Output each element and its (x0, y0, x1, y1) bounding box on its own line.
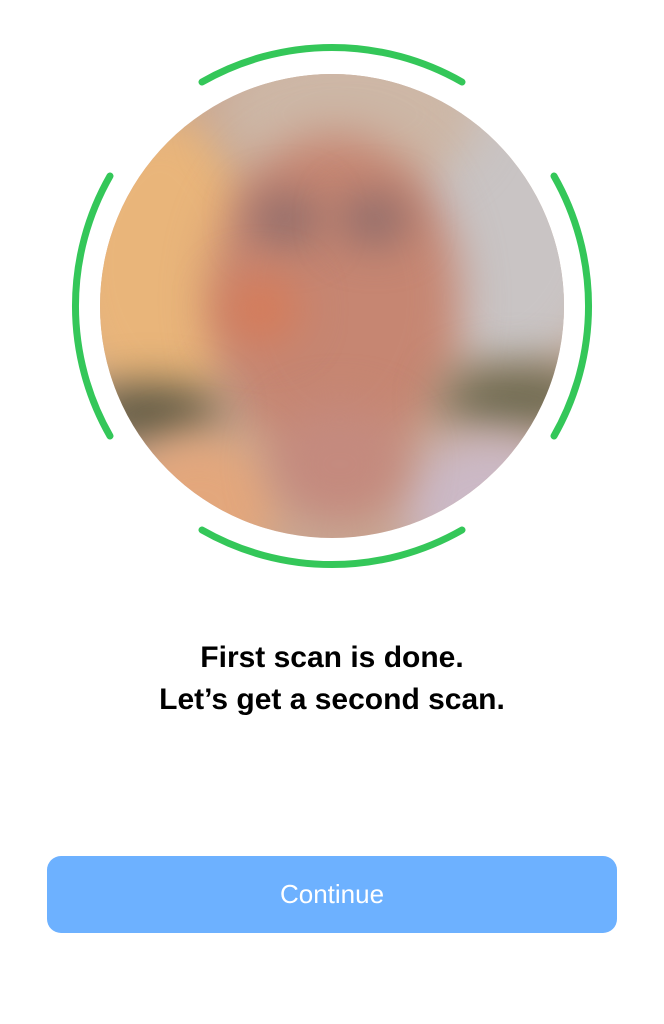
face-preview-image (100, 74, 564, 538)
continue-button[interactable]: Continue (47, 856, 617, 933)
scan-status-line-2: Let’s get a second scan. (159, 683, 505, 716)
scan-status-message: First scan is done. Let’s get a second s… (0, 637, 664, 721)
continue-button-label: Continue (279, 879, 385, 909)
face-scan-viewport (62, 36, 602, 576)
scan-status-line-1: First scan is done. (200, 641, 464, 674)
